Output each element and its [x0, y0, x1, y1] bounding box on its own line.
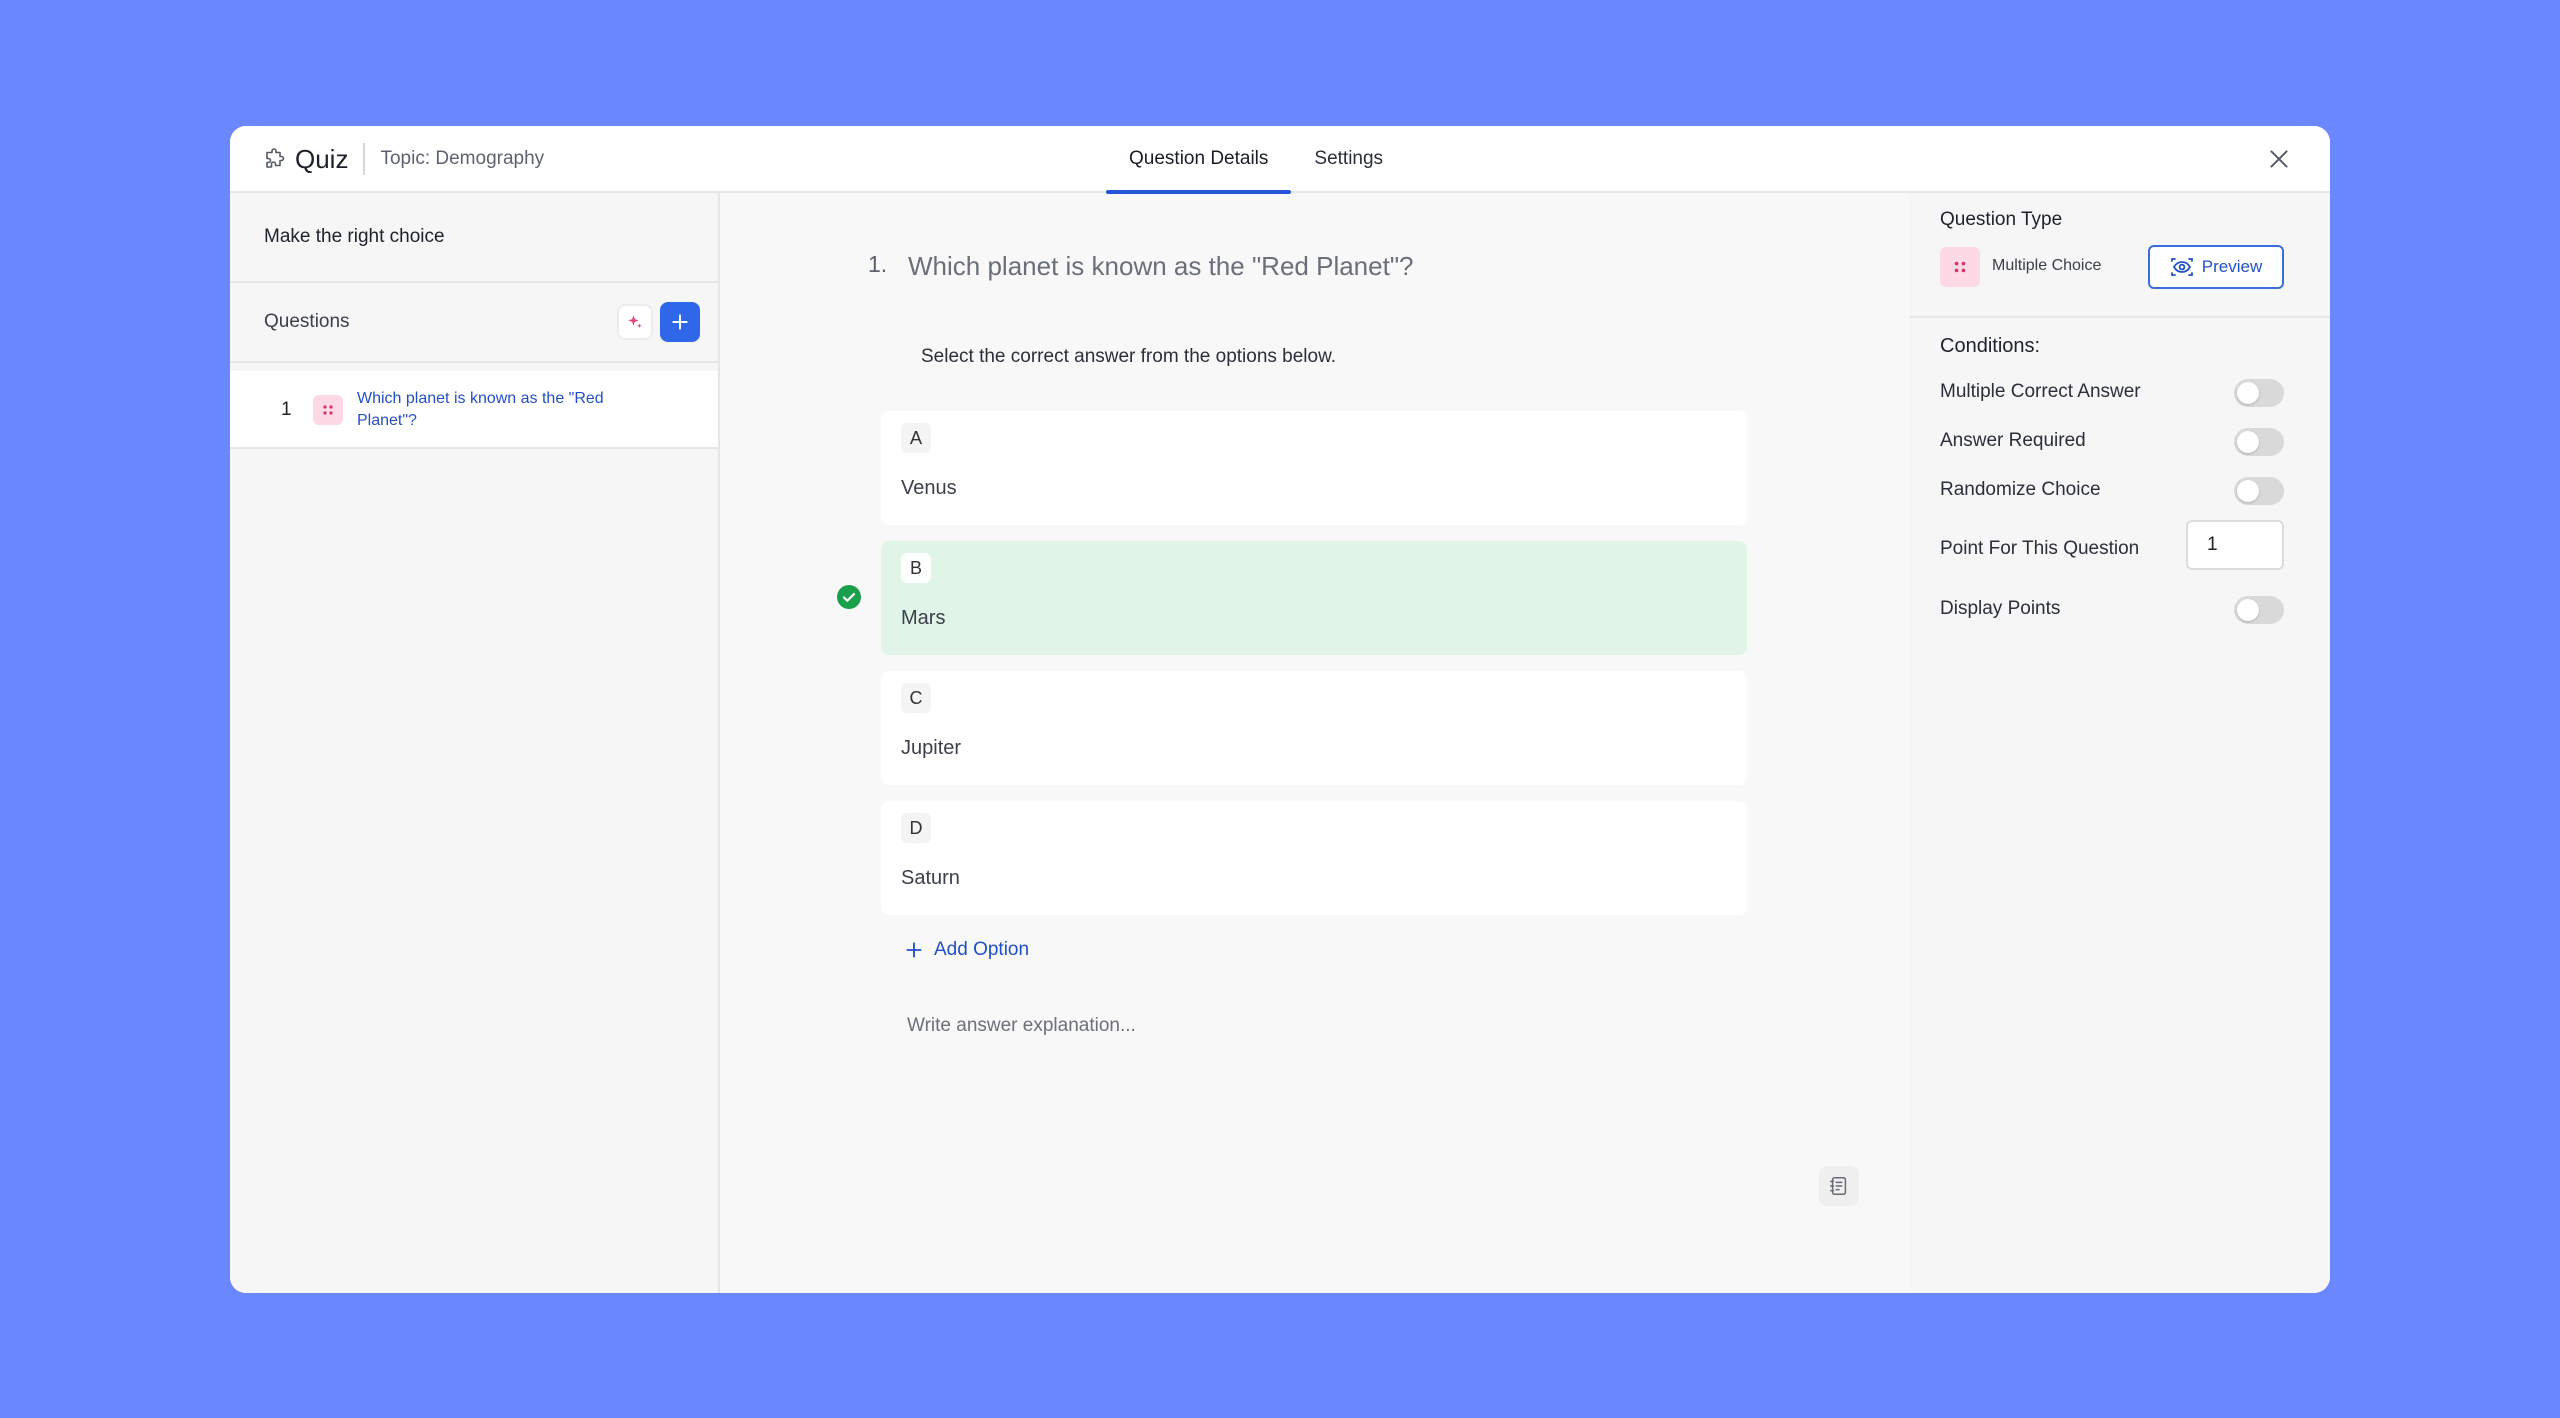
condition-label: Answer Required	[1940, 430, 2086, 451]
modal-header: Quiz Topic: Demography Question Details …	[230, 126, 2330, 194]
multiple-choice-icon	[313, 395, 343, 425]
questions-label: Questions	[264, 311, 350, 332]
option-text[interactable]: Saturn	[901, 867, 960, 890]
questions-header: Questions	[230, 283, 718, 363]
puzzle-icon	[266, 148, 285, 168]
header-divider	[363, 143, 366, 175]
points-input[interactable]	[2186, 520, 2284, 570]
question-number: 1	[281, 399, 292, 420]
question-instructions[interactable]: Select the correct answer from the optio…	[921, 346, 1336, 368]
multiple-choice-icon	[1940, 247, 1980, 287]
condition-label: Multiple Correct Answer	[1940, 381, 2141, 402]
condition-points: Point For This Question	[1940, 520, 2284, 570]
display-points-label: Display Points	[1940, 598, 2061, 619]
topic-label: Topic: Demography	[380, 148, 545, 169]
close-icon[interactable]	[2266, 146, 2292, 172]
condition-label: Randomize Choice	[1940, 479, 2101, 500]
question-type-value[interactable]: Multiple Choice	[1992, 257, 2101, 275]
correct-answer-check-icon	[837, 585, 861, 609]
question-list-item[interactable]: 1 Which planet is known as the "Red Plan…	[230, 371, 718, 449]
notes-button[interactable]	[1819, 1166, 1859, 1206]
question-settings-panel: Question Type Multiple Choice Preview Co…	[1910, 193, 2330, 1293]
answer-option-b[interactable]: B Mars	[881, 541, 1747, 655]
conditions-title: Conditions:	[1940, 335, 2041, 357]
question-type-label: Question Type	[1940, 209, 2063, 230]
question-list-text: Which planet is known as the "Red Planet…	[357, 390, 604, 429]
question-title-number: 1.	[868, 251, 888, 277]
multiple-correct-answer-toggle[interactable]	[2234, 379, 2284, 407]
answer-explanation-input[interactable]	[907, 1011, 1507, 1041]
option-text[interactable]: Mars	[901, 607, 945, 630]
add-option-label: Add Option	[934, 939, 1030, 960]
plus-icon	[906, 942, 922, 958]
tab-settings[interactable]: Settings	[1291, 126, 1406, 192]
sparkle-icon	[628, 315, 642, 328]
answer-option-d[interactable]: D Saturn	[881, 801, 1747, 915]
preview-button[interactable]: Preview	[2148, 245, 2284, 289]
option-letter: C	[901, 683, 931, 713]
randomize-choice-toggle[interactable]	[2234, 477, 2284, 505]
app-title: Quiz	[295, 143, 349, 174]
display-points-toggle[interactable]	[2234, 596, 2284, 624]
condition-multiple-correct-answer: Multiple Correct Answer	[1940, 377, 2284, 407]
brand: Quiz Topic: Demography	[263, 126, 544, 192]
preview-label: Preview	[2201, 257, 2263, 276]
notes-icon	[1830, 1177, 1847, 1195]
answer-required-toggle[interactable]	[2234, 428, 2284, 456]
answer-option-c[interactable]: C Jupiter	[881, 671, 1747, 785]
add-question-button[interactable]	[660, 302, 700, 342]
condition-display-points: Display Points	[1940, 594, 2284, 624]
option-letter: A	[901, 423, 931, 453]
eye-icon	[2170, 258, 2193, 276]
quiz-name: Make the right choice	[230, 193, 718, 283]
quiz-editor-modal: Quiz Topic: Demography Question Details …	[230, 126, 2330, 1293]
panel-divider	[1910, 316, 2330, 318]
option-letter: B	[901, 553, 931, 583]
questions-sidebar: Make the right choice Questions 1 Which …	[230, 193, 720, 1293]
condition-randomize-choice: Randomize Choice	[1940, 475, 2284, 505]
tab-bar: Question Details Settings	[1106, 126, 1406, 194]
add-option-button[interactable]: Add Option	[904, 939, 1029, 961]
plus-icon	[672, 314, 688, 330]
answer-option-a[interactable]: A Venus	[881, 411, 1747, 525]
ai-generate-button[interactable]	[617, 304, 653, 340]
question-editor: 1. Which planet is known as the "Red Pla…	[722, 193, 1908, 1293]
condition-answer-required: Answer Required	[1940, 426, 2284, 456]
tab-question-details[interactable]: Question Details	[1106, 126, 1292, 194]
option-text[interactable]: Jupiter	[901, 737, 961, 760]
option-text[interactable]: Venus	[901, 477, 957, 500]
option-letter: D	[901, 813, 931, 843]
question-title[interactable]: Which planet is known as the "Red Planet…	[908, 251, 1414, 282]
points-label: Point For This Question	[1940, 538, 2140, 559]
